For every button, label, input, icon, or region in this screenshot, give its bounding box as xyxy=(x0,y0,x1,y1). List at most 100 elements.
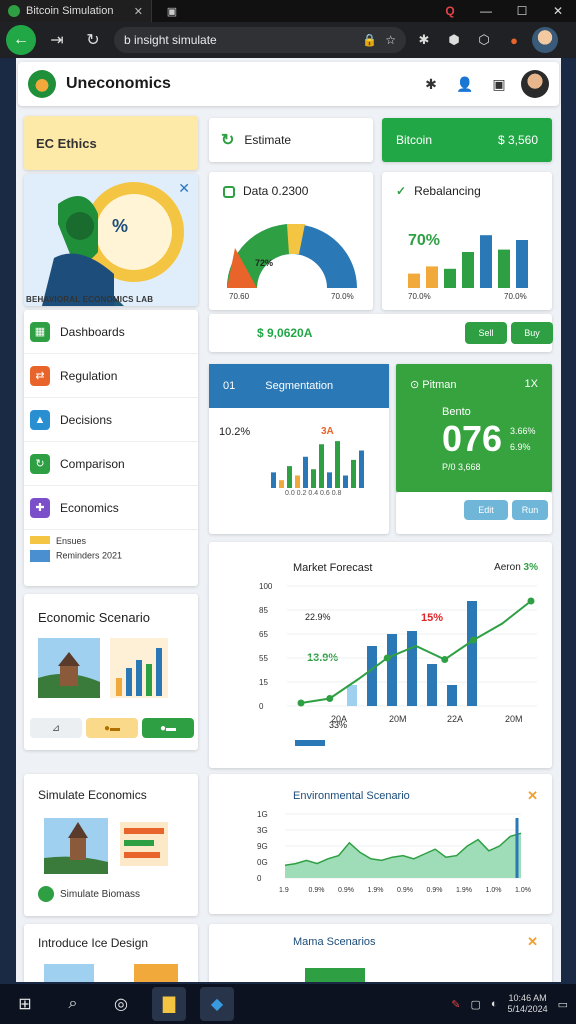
sell-button[interactable]: Sell xyxy=(465,322,507,344)
menu-label: Dashboards xyxy=(60,324,125,339)
menu-label: Decisions xyxy=(60,412,113,427)
edit-button[interactable]: Edit xyxy=(464,500,508,520)
search-icon[interactable]: ⌕ xyxy=(56,987,90,1021)
close-icon[interactable]: ✕ xyxy=(178,180,190,197)
intro-thumb-2 xyxy=(134,964,178,982)
windows-icon[interactable]: ⊞ xyxy=(8,987,42,1021)
card-title: Simulate Economics xyxy=(38,788,147,802)
segmentation-peak: 3A xyxy=(321,426,334,437)
segmentation-number: 01 xyxy=(223,380,236,392)
pitman-stat-2: 6.9% xyxy=(510,442,531,452)
menu-item-decisions[interactable]: ▲ Decisions xyxy=(24,398,198,442)
brand-logo[interactable] xyxy=(28,70,56,98)
economic-scenario-card: Economic Scenario ⊿ ●▬ ●▬ xyxy=(24,594,198,750)
browser-tab[interactable]: Bitcoin Simulation ✕ xyxy=(0,0,152,22)
y-tick-label: 0 xyxy=(257,874,262,883)
page: Uneconomics ✱ 👤 ▣ EC Ethics % ✕ BEHAVIOR… xyxy=(16,58,561,982)
y-tick-label: 0 xyxy=(259,702,264,711)
close-icon[interactable]: ✕ xyxy=(527,934,538,950)
menu-footer: Ensues Reminders 2021 xyxy=(30,536,122,562)
data-point xyxy=(527,597,535,605)
close-window-button[interactable]: ✕ xyxy=(540,0,576,22)
simulate-illustration xyxy=(44,818,168,874)
pitman-label: Bento xyxy=(442,406,471,418)
menu-item-dashboards[interactable]: ▦ Dashboards xyxy=(24,310,198,354)
pitman-footer: P/0 3,668 xyxy=(442,462,481,472)
user-icon[interactable]: 👤 xyxy=(453,72,477,96)
url-field[interactable]: b insight simulate 🔒 ☆ xyxy=(114,27,406,53)
notification-icon[interactable]: ▭ xyxy=(558,998,568,1011)
market-right-label: Aeron 3% xyxy=(494,562,538,573)
app-icon[interactable]: ◆ xyxy=(200,987,234,1021)
bar xyxy=(327,472,332,488)
user-avatar[interactable] xyxy=(521,70,549,98)
bitcoin-price-card[interactable]: Bitcoin $ 3,560 xyxy=(382,118,552,162)
lock-icon[interactable]: 🔒 xyxy=(362,33,377,47)
card-title: ✓ Rebalancing xyxy=(396,184,481,198)
puzzle-icon[interactable]: ✱ xyxy=(412,28,436,52)
maximize-button[interactable]: ☐ xyxy=(504,0,540,22)
data-point xyxy=(326,695,334,702)
run-button[interactable]: Run xyxy=(512,500,548,520)
bar xyxy=(271,472,276,488)
market-foot-pct: 33% xyxy=(329,720,348,730)
shield-icon[interactable]: ⬡ xyxy=(472,28,496,52)
clock[interactable]: 10:46 AM 5/14/2024 xyxy=(508,993,548,1015)
profile-avatar[interactable] xyxy=(532,27,558,53)
bar xyxy=(444,268,456,288)
globe-icon[interactable]: ◎ xyxy=(104,987,138,1021)
square-icon[interactable]: ▣ xyxy=(487,72,511,96)
left-header[interactable]: EC Ethics xyxy=(24,116,198,170)
tab-close-icon[interactable]: ✕ xyxy=(134,5,143,18)
tab-bar: Bitcoin Simulation ✕ ▣ Q — ☐ ✕ xyxy=(0,0,576,22)
bar xyxy=(303,456,308,488)
bar xyxy=(408,273,420,288)
menu-item-comparison[interactable]: ↻ Comparison xyxy=(24,442,198,486)
menu-item-economics[interactable]: ✚ Economics xyxy=(24,486,198,530)
minimize-button[interactable]: — xyxy=(468,0,504,22)
buy-button[interactable]: Buy xyxy=(511,322,553,344)
axis-start: 70.60 xyxy=(229,292,250,301)
close-icon[interactable]: ✕ xyxy=(527,788,538,804)
back-button[interactable]: ← xyxy=(6,25,36,55)
simulate-footer[interactable]: Simulate Biomass xyxy=(38,886,140,902)
check-icon: ✓ xyxy=(396,184,407,198)
menu-item-regulation[interactable]: ⇄ Regulation xyxy=(24,354,198,398)
data-point xyxy=(441,656,449,663)
tag-icon xyxy=(30,536,50,544)
refresh-icon: ↻ xyxy=(221,132,235,149)
settings-icon[interactable]: ⬢ xyxy=(442,28,466,52)
axis-start: 70.0% xyxy=(408,292,431,301)
alert-icon[interactable]: ✎ xyxy=(451,998,460,1011)
network-icon[interactable]: ▢ xyxy=(470,998,480,1011)
share-icon[interactable]: ✱ xyxy=(419,72,443,96)
estimate-card[interactable]: ↻ Estimate xyxy=(209,118,373,162)
bookmark-star-icon[interactable]: ☆ xyxy=(385,33,396,47)
volume-icon[interactable]: ◐ xyxy=(491,998,498,1010)
simulate-card: Simulate Economics Simulate Biomass xyxy=(24,774,198,916)
pitman-stat-1: 3.66% xyxy=(510,426,536,436)
extension-icon[interactable]: ● xyxy=(502,28,526,52)
intro-thumb xyxy=(44,964,94,982)
clock-time: 10:46 AM xyxy=(508,993,547,1003)
scenario-run-button[interactable]: ●▬ xyxy=(142,718,194,738)
tab-title: Bitcoin Simulation xyxy=(26,5,114,17)
y-tick-label: 1G xyxy=(257,810,268,819)
folder-icon[interactable]: ▇ xyxy=(152,987,186,1021)
refresh-icon: ↻ xyxy=(30,453,50,474)
x-tick-label: 1.9% xyxy=(368,887,384,894)
address-bar-row: ← ⇥ ↻ b insight simulate 🔒 ☆ ✱ ⬢ ⬡ ● xyxy=(0,22,576,58)
reload-button[interactable]: ↻ xyxy=(78,25,108,55)
scenario-idea-button[interactable]: ●▬ xyxy=(86,718,138,738)
window-extra-icon[interactable]: Q xyxy=(432,0,468,22)
bitcoin-value: $ 3,560 xyxy=(497,133,538,147)
segmentation-card: 01 Segmentation 10.2% 3A 0.0 0.2 0.4 0.6… xyxy=(209,364,389,534)
bar xyxy=(347,685,357,706)
y-tick-label: 9G xyxy=(257,842,268,851)
tab-extension-icon[interactable]: ▣ xyxy=(152,0,192,22)
forward-button[interactable]: ⇥ xyxy=(42,25,72,55)
bar xyxy=(426,266,438,288)
scenario-action-button[interactable]: ⊿ xyxy=(30,718,82,738)
axis-end: 70.0% xyxy=(331,292,354,301)
data-point xyxy=(297,699,305,707)
